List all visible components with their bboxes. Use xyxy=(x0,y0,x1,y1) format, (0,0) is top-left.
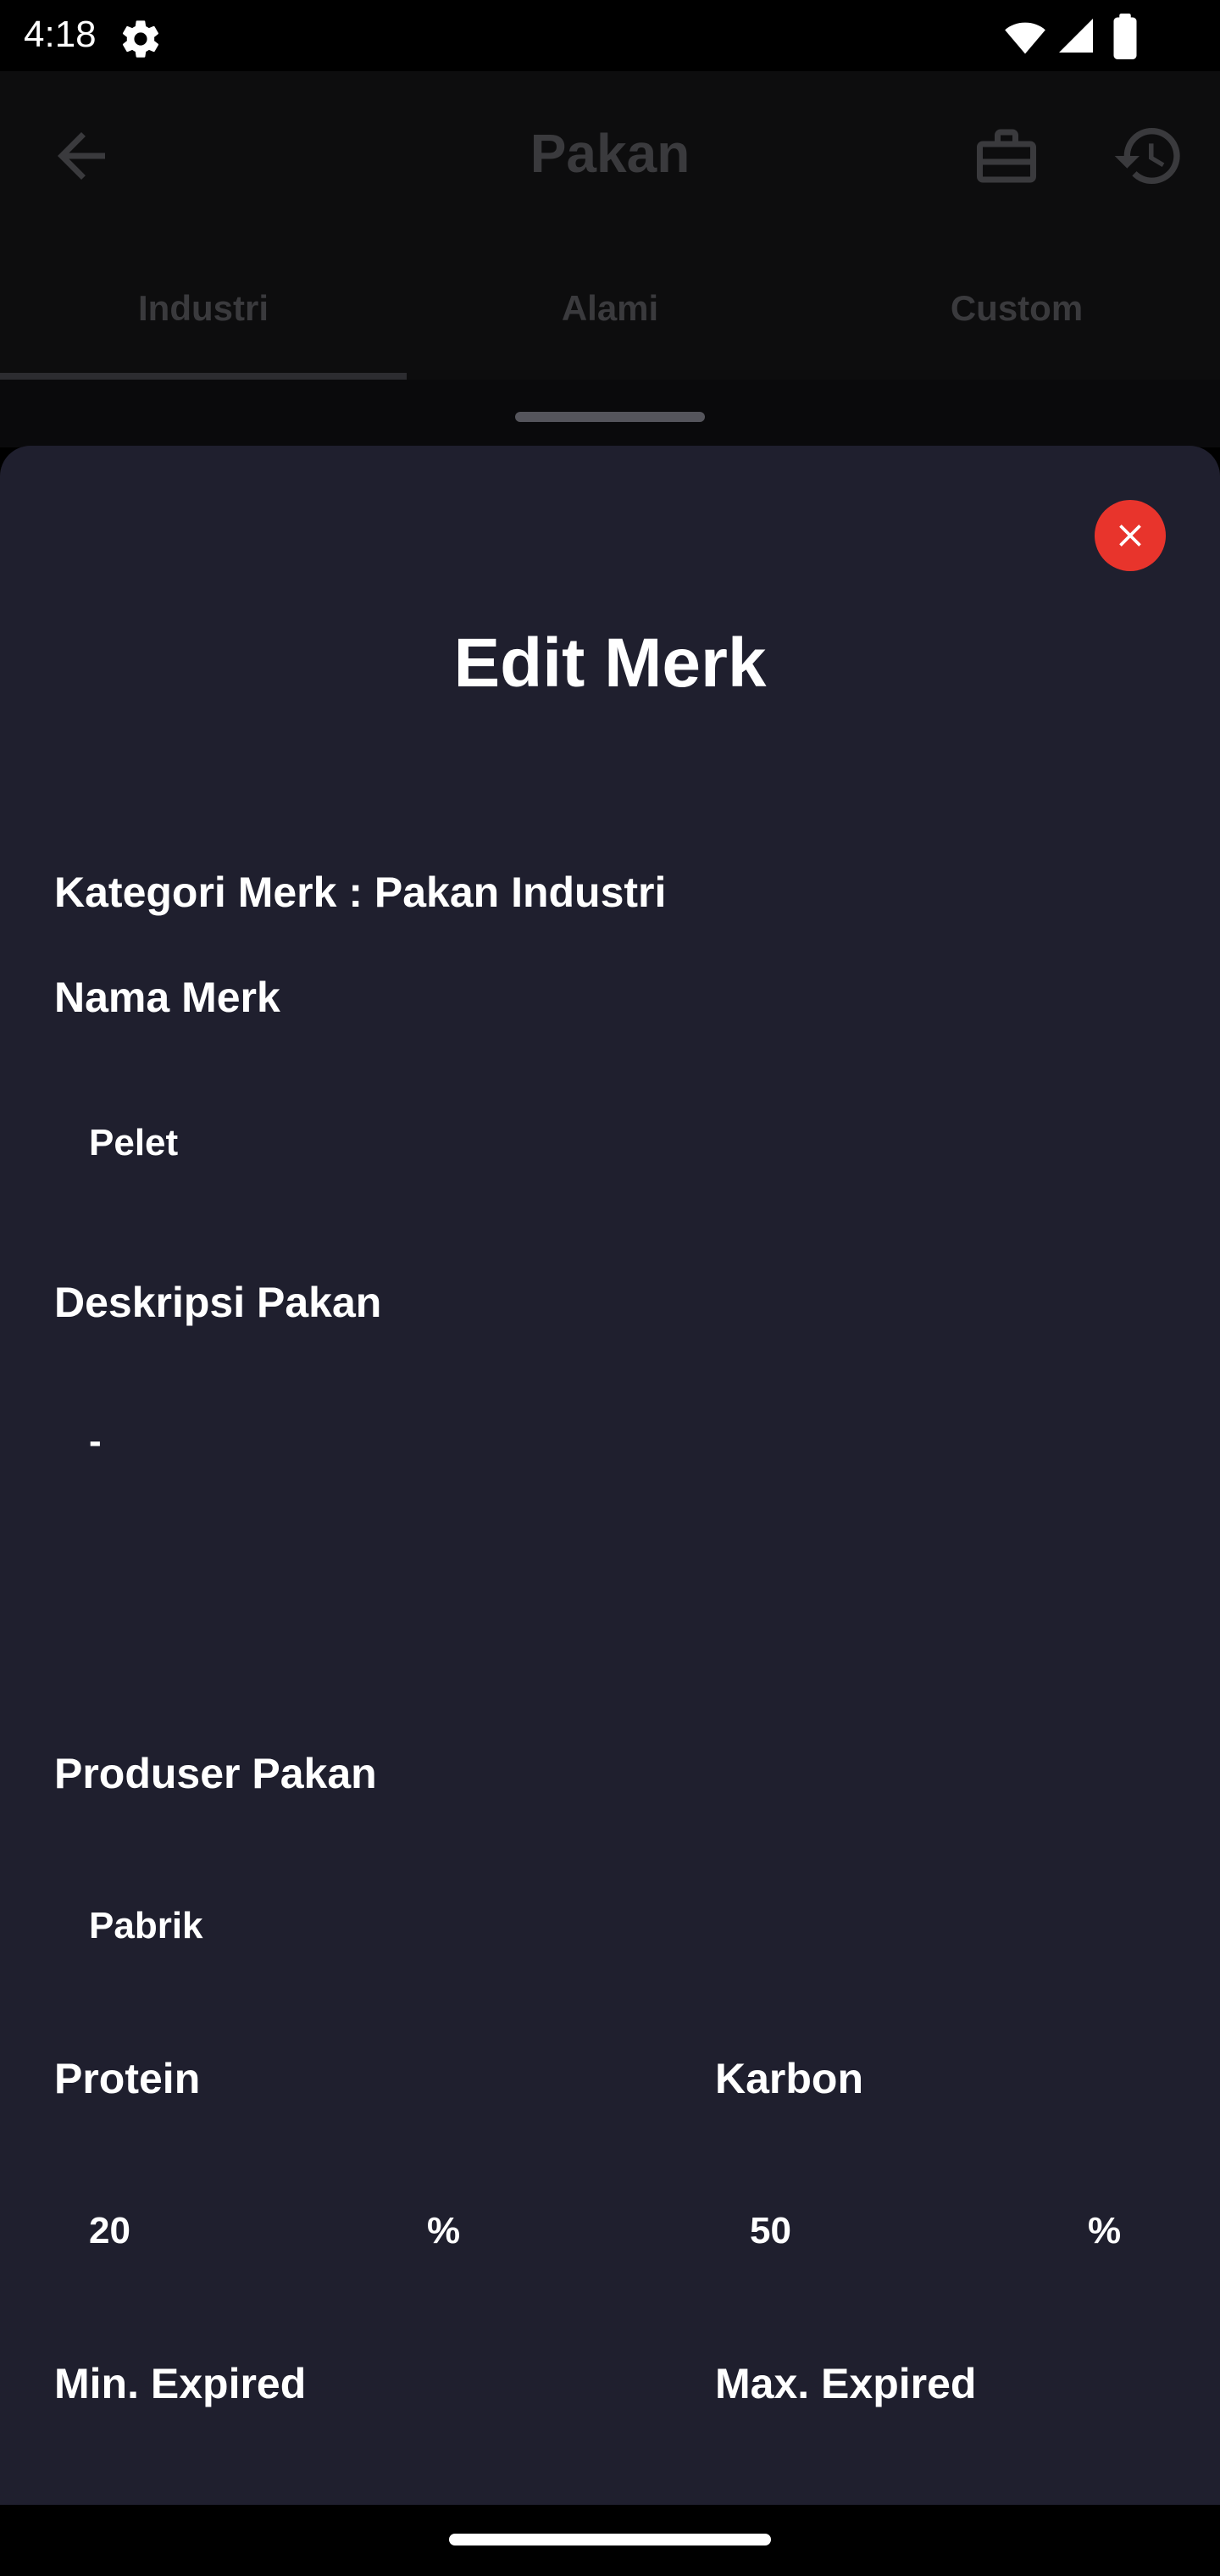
nama-merk-label: Nama Merk xyxy=(54,974,280,1021)
home-indicator[interactable] xyxy=(449,2534,771,2545)
karbon-value: 50 xyxy=(750,2210,791,2251)
tab-bar: Industri Alami Custom xyxy=(0,237,1220,380)
status-time: 4:18 xyxy=(24,14,97,55)
protein-field[interactable]: 20 % xyxy=(54,2149,495,2305)
produser-pakan-label: Produser Pakan xyxy=(54,1750,377,1797)
app-bar: Pakan xyxy=(0,71,1220,237)
sheet-drag-handle[interactable] xyxy=(515,412,705,422)
produser-pakan-value: Pabrik xyxy=(89,1905,203,1946)
protein-unit: % xyxy=(427,2210,461,2251)
max-expired-label: Max. Expired xyxy=(715,2360,977,2407)
briefcase-icon[interactable] xyxy=(971,120,1042,192)
status-bar: 4:18 xyxy=(0,0,1220,71)
tab-alami[interactable]: Alami xyxy=(407,237,813,380)
history-icon[interactable] xyxy=(1112,119,1186,193)
karbon-unit: % xyxy=(1088,2210,1122,2251)
karbon-label: Karbon xyxy=(715,2055,863,2102)
cell-signal-icon xyxy=(1059,19,1093,53)
settings-gear-icon xyxy=(122,20,159,58)
tab-industri[interactable]: Industri xyxy=(0,237,407,380)
wifi-icon xyxy=(1005,22,1045,54)
tab-indicator xyxy=(0,373,407,380)
deskripsi-pakan-value: - xyxy=(89,1420,102,1462)
nama-merk-field[interactable]: Pelet xyxy=(54,1068,1166,1224)
kategori-merk-label: Kategori Merk : Pakan Industri xyxy=(54,869,667,916)
nama-merk-value: Pelet xyxy=(89,1122,179,1163)
close-icon xyxy=(1119,525,1141,547)
tab-custom[interactable]: Custom xyxy=(813,237,1220,380)
produser-pakan-field[interactable]: Pabrik xyxy=(54,1844,1166,2000)
karbon-field[interactable]: 50 % xyxy=(715,2149,1156,2305)
min-expired-label: Min. Expired xyxy=(54,2360,307,2407)
deskripsi-pakan-field[interactable]: - xyxy=(54,1373,1166,1712)
protein-value: 20 xyxy=(89,2210,130,2251)
close-button[interactable] xyxy=(1095,500,1166,571)
sheet-title: Edit Merk xyxy=(453,625,767,702)
battery-icon xyxy=(1113,14,1137,59)
protein-label: Protein xyxy=(54,2055,201,2102)
deskripsi-pakan-label: Deskripsi Pakan xyxy=(54,1279,382,1326)
